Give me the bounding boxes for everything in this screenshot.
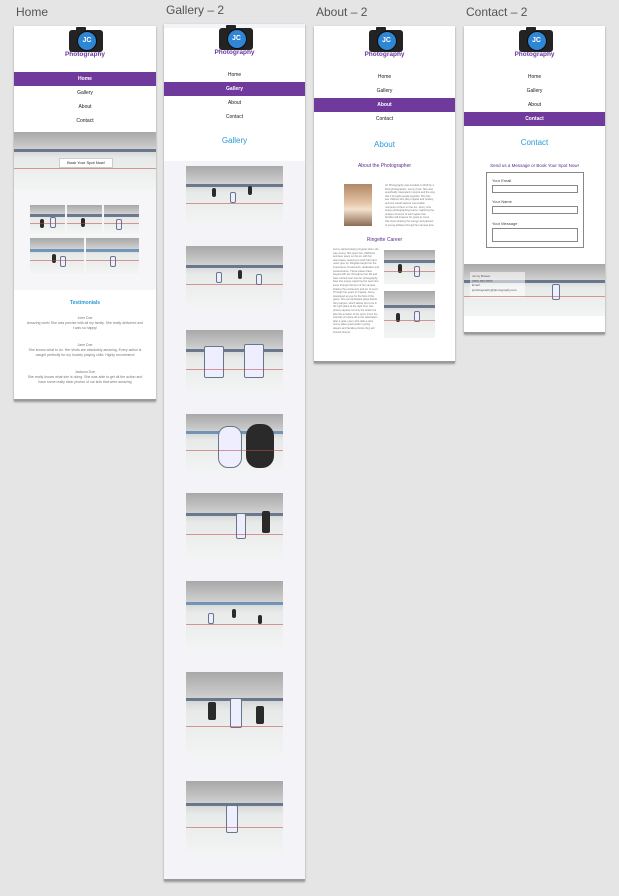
grid-photo (30, 205, 65, 234)
gallery-photo (186, 330, 283, 393)
nav-home[interactable]: Home (464, 70, 605, 84)
name-field[interactable] (492, 206, 578, 214)
career-photo (384, 250, 435, 284)
camera-icon: JC (218, 25, 253, 50)
grid-photo (104, 205, 139, 234)
page-title: Contact (520, 138, 549, 147)
contact-form: Your Email Your Name Your Message (486, 172, 584, 248)
gallery-photo (186, 166, 283, 225)
career-text: Jenny started playing ringette when she … (333, 248, 379, 290)
page-title: Gallery (221, 136, 248, 145)
camera-icon: JC (368, 27, 403, 52)
grid-photo (86, 238, 139, 274)
gallery-photo (186, 581, 283, 650)
nav-home[interactable]: Home (314, 70, 455, 84)
testimonial-quote: She really knows what she is doing. She … (27, 375, 143, 384)
artboard-gallery: JC Photography Home Gallery About Contac… (164, 24, 305, 881)
artboard-contact: JC Photography Home Gallery About Contac… (464, 26, 605, 334)
gallery-photo (186, 493, 283, 559)
nav-gallery[interactable]: Gallery (164, 82, 305, 96)
footer-image: Jenny Brower (555) 555-5555 Email: jcpho… (464, 264, 605, 316)
site-logo[interactable]: JC Photography (513, 27, 557, 64)
page-title: About (374, 140, 395, 149)
career-text-2: Through her years in ringette, Jenny dev… (333, 291, 378, 334)
nav-gallery[interactable]: Gallery (464, 84, 605, 98)
name-label: Your Name (492, 199, 512, 204)
nav-about[interactable]: About (464, 98, 605, 112)
nav-contact[interactable]: Contact (164, 110, 305, 124)
testimonial-quote: She knows what to do. Her shots are abso… (28, 348, 142, 357)
site-logo[interactable]: JC Photography (363, 27, 407, 64)
email-field[interactable] (492, 185, 578, 193)
nav-contact[interactable]: Contact (464, 112, 605, 126)
nav-contact[interactable]: Contact (14, 114, 156, 128)
main-nav: Home Gallery About Contact (164, 68, 305, 124)
about-bio: JC Photography was founded in 2019 by a … (385, 184, 435, 227)
nav-about[interactable]: About (164, 96, 305, 110)
gallery-photo (186, 672, 283, 759)
frame-label-about: About – 2 (316, 5, 368, 19)
email-label: Your Email (492, 178, 512, 183)
nav-about[interactable]: About (314, 98, 455, 112)
book-spot-button[interactable]: Book Your Spot Now! (59, 158, 113, 168)
grid-photo (30, 238, 84, 274)
about-subtitle: About the Photographer (357, 163, 412, 169)
testimonials-title: Testimonials (69, 300, 101, 306)
frame-label-gallery: Gallery – 2 (166, 3, 225, 17)
form-title: Send us a Message or Book Your Spot Now! (490, 163, 579, 168)
nav-contact[interactable]: Contact (314, 112, 455, 126)
footer-info: Jenny Brower (555) 555-5555 Email: jcpho… (470, 272, 525, 298)
gallery-photo (186, 246, 283, 308)
main-nav: Home Gallery About Contact (464, 70, 605, 126)
frame-label-contact: Contact – 2 (466, 5, 528, 19)
grid-photo (67, 205, 102, 234)
footer-email[interactable]: jcphotography@photography.com (472, 288, 523, 293)
nav-gallery[interactable]: Gallery (314, 84, 455, 98)
nav-home[interactable]: Home (14, 72, 156, 86)
gallery-photo (186, 414, 283, 472)
testimonial-list: John Doe Amazing work! She was precise w… (26, 316, 144, 385)
main-nav: Home Gallery About Contact (314, 70, 455, 126)
nav-gallery[interactable]: Gallery (14, 86, 156, 100)
site-logo[interactable]: JC Photography (63, 27, 107, 64)
camera-icon: JC (518, 27, 553, 52)
hero-image: Book Your Spot Now! (14, 132, 156, 190)
career-photo (384, 291, 435, 338)
artboard-about: JC Photography Home Gallery About Contac… (314, 26, 455, 363)
photographer-portrait (344, 184, 372, 226)
frame-label-home: Home (16, 5, 49, 19)
nav-home[interactable]: Home (164, 68, 305, 82)
photo-grid (14, 190, 156, 290)
camera-icon: JC (69, 27, 103, 52)
message-field[interactable] (492, 228, 578, 242)
artboard-home: JC Photography Home Gallery About Contac… (14, 26, 156, 401)
gallery-photo (186, 781, 283, 855)
testimonial-quote: Amazing work! She was precise with all m… (26, 321, 144, 330)
career-title: Ringette Career (366, 237, 403, 243)
message-label: Your Message (492, 221, 518, 226)
site-logo[interactable]: JC Photography (213, 25, 257, 62)
nav-about[interactable]: About (14, 100, 156, 114)
main-nav: Home Gallery About Contact (14, 72, 156, 128)
